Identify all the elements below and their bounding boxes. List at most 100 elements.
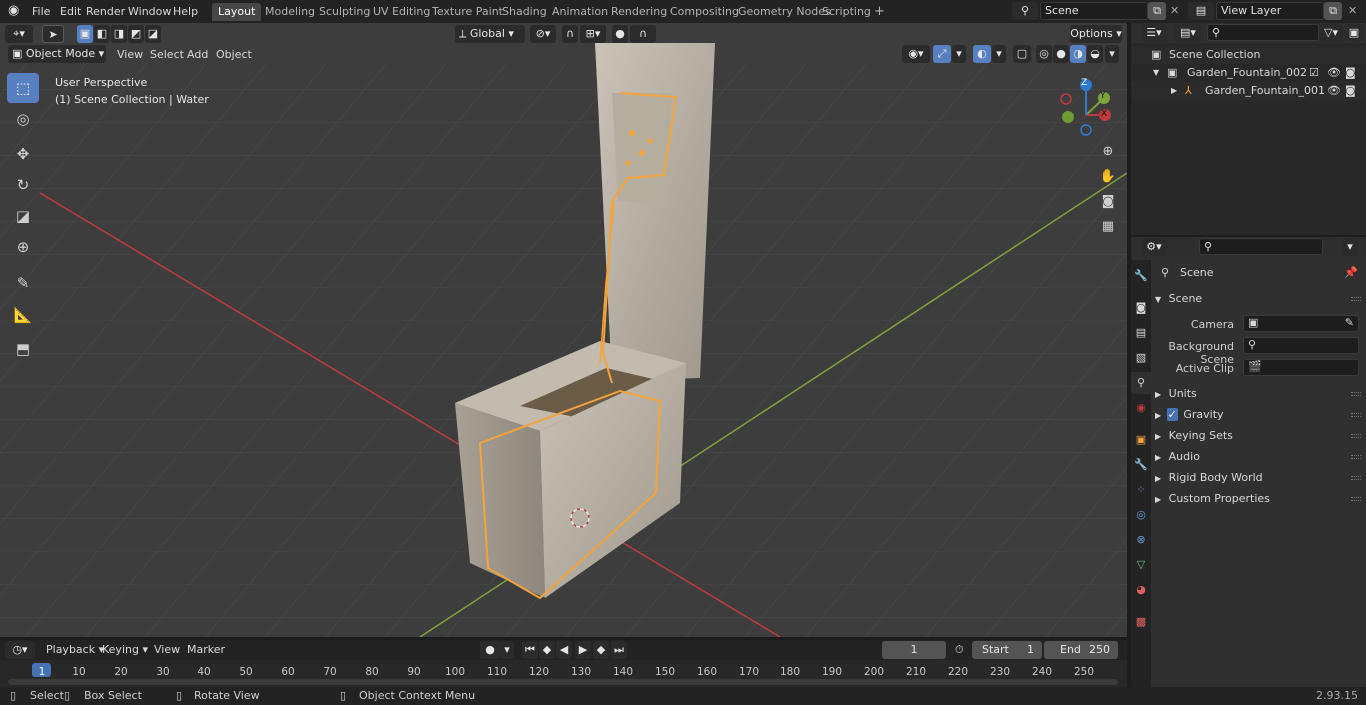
menu-render[interactable]: Render: [82, 3, 129, 20]
tab-data[interactable]: ▽: [1131, 554, 1151, 576]
menu-timeline-view[interactable]: View: [150, 641, 184, 658]
outliner-row-fountain-002[interactable]: ▼ ▣ Garden_Fountain_002 ☑ 👁 ◙: [1131, 64, 1366, 82]
tab-rendering[interactable]: Rendering: [605, 3, 673, 21]
jump-end-button[interactable]: ⏭: [611, 641, 627, 659]
properties-options-dropdown[interactable]: ▾: [1341, 238, 1359, 256]
drag-handle-icon[interactable]: [1351, 497, 1361, 501]
start-frame-field[interactable]: Start 1: [972, 641, 1042, 659]
shading-dropdown[interactable]: ▾: [1105, 45, 1119, 63]
move-tool-button[interactable]: ✥: [7, 139, 39, 169]
overlays-toggle[interactable]: ◐: [973, 45, 991, 63]
new-collection-button[interactable]: ▣: [1346, 24, 1362, 42]
gizmo-toggle[interactable]: ⤢: [933, 45, 951, 63]
outliner-row-fountain-001[interactable]: ▶ ⅄ Garden_Fountain_001 👁 ◙: [1131, 82, 1366, 100]
new-scene-button[interactable]: ⧉: [1148, 2, 1166, 20]
expand-arrow-icon[interactable]: ▼: [1153, 64, 1159, 82]
units-panel-header[interactable]: ▶ Units: [1155, 384, 1363, 404]
snap-target-dropdown[interactable]: ⊞▾: [580, 25, 606, 43]
audio-panel-header[interactable]: ▶ Audio: [1155, 447, 1363, 467]
render-camera-icon[interactable]: ◙: [1345, 82, 1356, 100]
menu-marker[interactable]: Marker: [183, 641, 229, 658]
tab-material[interactable]: ◕: [1131, 579, 1151, 601]
drag-handle-icon[interactable]: [1351, 392, 1361, 396]
pivot-point-dropdown[interactable]: ⊘▾: [530, 25, 556, 43]
annotate-tool-button[interactable]: ✎: [7, 268, 39, 298]
gravity-checkbox[interactable]: ✓: [1166, 408, 1178, 421]
tab-output[interactable]: ▤: [1131, 322, 1151, 344]
pan-button[interactable]: ✋: [1097, 166, 1119, 188]
menu-select[interactable]: Select: [146, 46, 188, 63]
editor-type-button[interactable]: ⌖▾: [5, 25, 33, 43]
tab-shading[interactable]: Shading: [496, 3, 553, 21]
view-layer-field[interactable]: View Layer: [1216, 2, 1324, 20]
eye-icon[interactable]: 👁: [1327, 82, 1341, 100]
camera-field[interactable]: ▣ ✎: [1243, 315, 1359, 332]
rendered-shading-button[interactable]: ◒: [1087, 45, 1103, 63]
eye-icon[interactable]: 👁: [1327, 64, 1341, 82]
3d-viewport[interactable]: Z Y X User Perspective (1) Scene Collect…: [0, 23, 1127, 637]
tab-layout[interactable]: Layout: [212, 3, 262, 21]
select-subtract-button[interactable]: ◨: [111, 25, 127, 43]
render-camera-icon[interactable]: ◙: [1345, 64, 1356, 82]
select-extend-button[interactable]: ◧: [94, 25, 110, 43]
tab-texture[interactable]: ▩: [1131, 611, 1151, 633]
menu-edit[interactable]: Edit: [56, 3, 85, 20]
outliner-search-input[interactable]: ⚲: [1207, 24, 1319, 41]
keying-sets-panel-header[interactable]: ▶ Keying Sets: [1155, 426, 1363, 446]
pin-icon[interactable]: 📌: [1344, 266, 1358, 279]
object-mode-dropdown[interactable]: ▣ Object Mode ▾: [8, 45, 106, 63]
wireframe-shading-button[interactable]: ◎: [1036, 45, 1052, 63]
visibility-dropdown[interactable]: ◉▾: [902, 45, 930, 63]
next-keyframe-button[interactable]: ◆: [593, 641, 609, 659]
timeline-editor-type-button[interactable]: ◷▾: [5, 641, 35, 659]
custom-properties-panel-header[interactable]: ▶ Custom Properties: [1155, 489, 1363, 509]
gravity-panel-header[interactable]: ▶ ✓ Gravity: [1155, 405, 1363, 425]
drag-handle-icon[interactable]: [1351, 434, 1361, 438]
zoom-button[interactable]: ⊕: [1097, 141, 1119, 163]
gizmo-dropdown[interactable]: ▾: [952, 45, 966, 63]
properties-search-input[interactable]: ⚲: [1199, 238, 1323, 255]
menu-help[interactable]: Help: [169, 3, 202, 20]
tab-object[interactable]: ▣: [1131, 429, 1151, 451]
rotate-tool-button[interactable]: ↻: [7, 170, 39, 200]
solid-shading-button[interactable]: ●: [1053, 45, 1069, 63]
select-invert-button[interactable]: ◩: [128, 25, 144, 43]
tab-view-layer[interactable]: ▧: [1131, 347, 1151, 369]
transform-tool-button[interactable]: ⊕: [7, 232, 39, 262]
scale-tool-button[interactable]: ◪: [7, 201, 39, 231]
background-scene-field[interactable]: ⚲: [1243, 337, 1359, 354]
add-workspace-button[interactable]: +: [868, 3, 891, 21]
new-view-layer-button[interactable]: ⧉: [1324, 2, 1342, 20]
menu-object[interactable]: Object: [212, 46, 256, 63]
xray-toggle[interactable]: ▢: [1013, 45, 1031, 63]
outliner-row-scene-collection[interactable]: ▣ Scene Collection: [1131, 46, 1366, 64]
select-intersect-button[interactable]: ◪: [145, 25, 161, 43]
drag-handle-icon[interactable]: [1351, 476, 1361, 480]
stopwatch-icon[interactable]: ⏱: [955, 643, 964, 657]
falloff-dropdown[interactable]: ∩: [630, 25, 656, 43]
menu-window[interactable]: Window: [124, 3, 175, 20]
blender-logo-icon[interactable]: ◉: [8, 3, 19, 18]
scene-selector-button[interactable]: ⚲: [1012, 2, 1038, 20]
display-mode-button[interactable]: ▤▾: [1175, 24, 1201, 42]
options-dropdown[interactable]: Options ▾: [1070, 25, 1122, 43]
rigid-body-world-panel-header[interactable]: ▶ Rigid Body World: [1155, 468, 1363, 488]
close-icon[interactable]: ✕: [1348, 4, 1357, 17]
close-icon[interactable]: ✕: [1170, 4, 1179, 17]
expand-arrow-icon[interactable]: ▶: [1171, 82, 1177, 100]
tab-render[interactable]: ◙: [1131, 297, 1151, 319]
tab-tool[interactable]: 🔧: [1131, 265, 1151, 287]
drag-handle-icon[interactable]: [1351, 297, 1361, 301]
scene-panel-header[interactable]: ▼ Scene: [1155, 289, 1363, 309]
current-frame-field[interactable]: 1: [882, 641, 946, 659]
select-tool-button[interactable]: ⬚: [7, 73, 39, 103]
tab-scene[interactable]: ⚲: [1131, 372, 1151, 394]
overlays-dropdown[interactable]: ▾: [992, 45, 1006, 63]
filter-button[interactable]: ▽▾: [1319, 24, 1343, 42]
eyedropper-icon[interactable]: ✎: [1345, 316, 1354, 329]
snap-toggle[interactable]: ∩: [562, 25, 578, 43]
toggle-projection-button[interactable]: ▦: [1097, 216, 1119, 238]
measure-tool-button[interactable]: 📐: [7, 300, 39, 330]
properties-editor-type-button[interactable]: ⚙▾: [1141, 238, 1167, 256]
transform-orientation-dropdown[interactable]: ⟂ Global ▾: [455, 25, 525, 43]
